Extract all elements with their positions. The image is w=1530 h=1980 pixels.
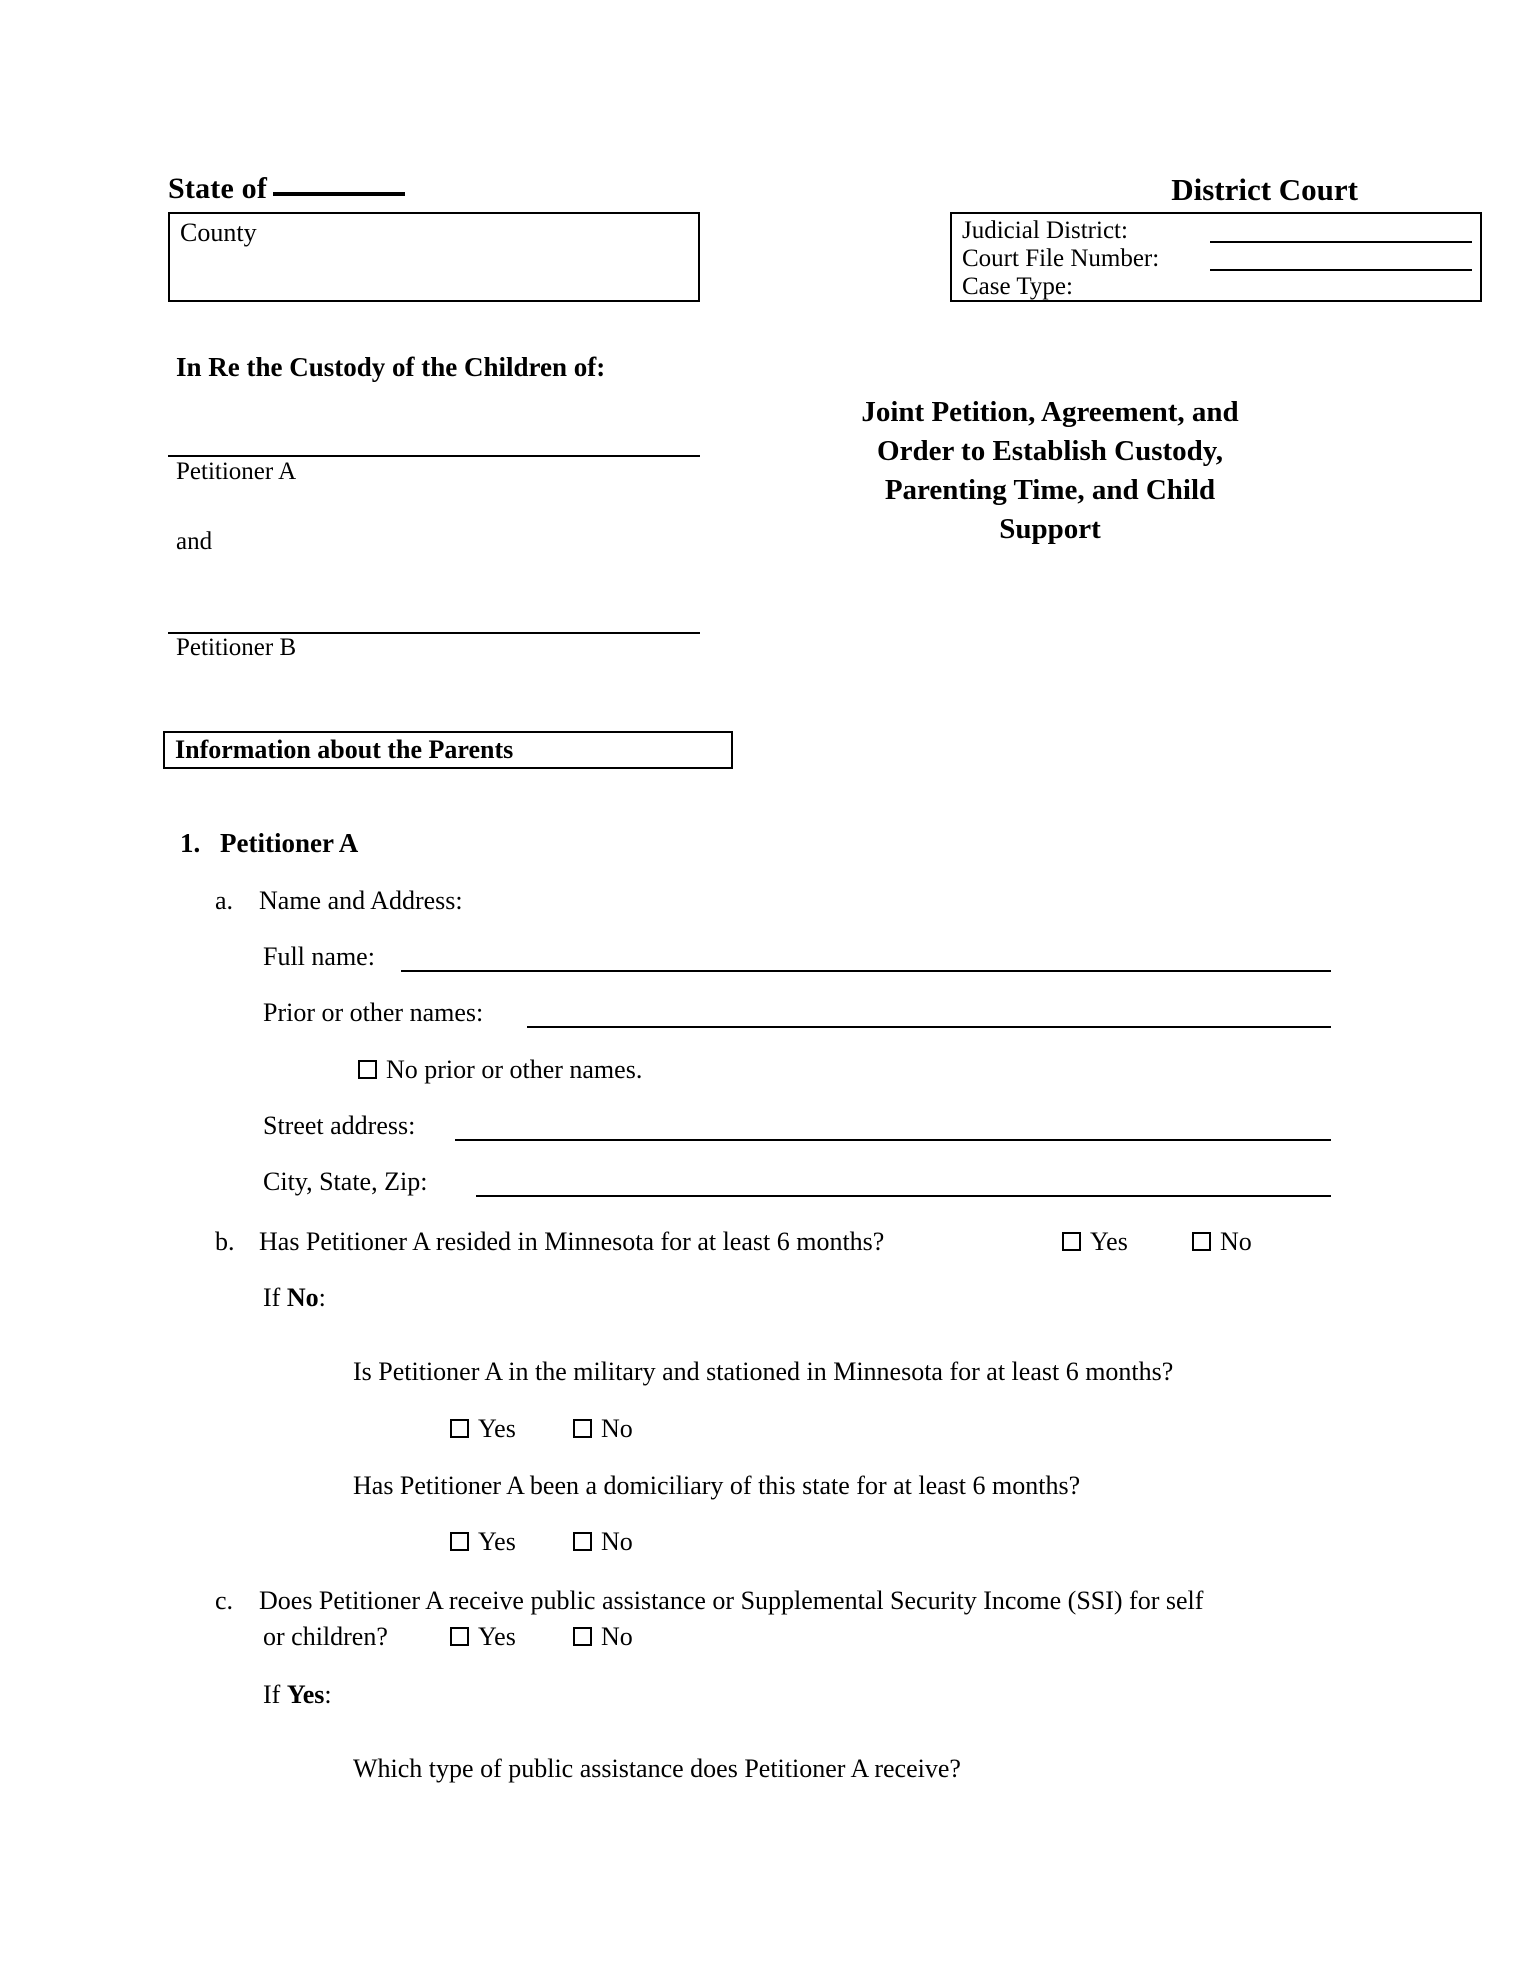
full-name-label: Full name: (263, 942, 375, 971)
military-yes-label: Yes (478, 1414, 516, 1443)
item-1b-marker: b. (215, 1227, 235, 1256)
which-type-question: Which type of public assistance does Pet… (353, 1754, 961, 1783)
city-state-zip-field-row: City, State, Zip: (263, 1167, 1331, 1201)
document-title-line-2: Order to Establish Custody, (877, 435, 1223, 467)
item-1-heading: 1. Petitioner A (180, 828, 358, 859)
full-name-field-row: Full name: (263, 942, 1331, 976)
street-address-input[interactable] (455, 1139, 1331, 1141)
district-court-title: District Court (1171, 172, 1358, 207)
case-type-label: Case Type: (962, 273, 1073, 300)
prior-names-label: Prior or other names: (263, 998, 484, 1027)
case-type-row: Case Type: (962, 272, 1474, 301)
court-file-number-label: Court File Number: (962, 245, 1160, 272)
street-address-field-row: Street address: (263, 1111, 1331, 1145)
item-1b-question-row: b. Has Petitioner A resided in Minnesota … (215, 1227, 884, 1257)
caption-header: State of County District Court Judicial … (168, 172, 1482, 312)
item-1c-yes-option: Yes (450, 1622, 516, 1652)
street-address-label: Street address: (263, 1111, 416, 1140)
petitioner-a-signature-rule[interactable] (168, 455, 700, 457)
court-file-number-row: Court File Number: (962, 244, 1474, 273)
item-1b-question: Has Petitioner A resided in Minnesota fo… (259, 1227, 885, 1256)
item-1c-no-label: No (601, 1622, 633, 1651)
item-1a-label: Name and Address: (259, 886, 463, 915)
item-1c-yes-checkbox[interactable] (450, 1627, 469, 1646)
court-info-box: Judicial District: Court File Number: Ca… (950, 212, 1482, 302)
item-1c-question-line-1: Does Petitioner A receive public assista… (259, 1586, 1204, 1615)
no-prior-names-label: No prior or other names. (386, 1055, 643, 1084)
item-1c-no-option: No (573, 1622, 633, 1652)
military-question: Is Petitioner A in the military and stat… (353, 1357, 1174, 1386)
item-1b-no-checkbox[interactable] (1192, 1232, 1211, 1251)
item-1b-no-option: No (1192, 1227, 1252, 1257)
domiciliary-question: Has Petitioner A been a domiciliary of t… (353, 1471, 1081, 1500)
prior-names-input[interactable] (527, 1026, 1331, 1028)
domiciliary-no-label: No (601, 1527, 633, 1556)
if-no-suffix: : (318, 1283, 326, 1312)
item-1b-yes-checkbox[interactable] (1062, 1232, 1081, 1251)
item-1c-yes-label: Yes (478, 1622, 516, 1651)
petitioner-a-label: Petitioner A (176, 458, 297, 485)
state-of-heading: State of (168, 172, 406, 206)
court-file-number-input[interactable] (1210, 269, 1472, 271)
city-state-zip-input[interactable] (476, 1195, 1331, 1197)
petitioner-b-label: Petitioner B (176, 634, 297, 661)
item-1a-heading: a. Name and Address: (215, 886, 463, 916)
in-re-heading: In Re the Custody of the Children of: (176, 352, 606, 382)
item-1c-question-line-2: or children? (263, 1622, 388, 1651)
item-1c-marker: c. (215, 1586, 234, 1615)
domiciliary-yes-option: Yes (450, 1527, 516, 1557)
military-no-label: No (601, 1414, 633, 1443)
no-prior-names-checkbox[interactable] (358, 1060, 377, 1079)
military-no-option: No (573, 1414, 633, 1444)
judicial-district-label: Judicial District: (962, 217, 1128, 244)
prior-names-field-row: Prior or other names: (263, 998, 1331, 1032)
document-title-line-1: Joint Petition, Agreement, and (861, 396, 1239, 428)
judicial-district-input[interactable] (1210, 241, 1472, 243)
judicial-district-row: Judicial District: (962, 216, 1474, 245)
domiciliary-no-option: No (573, 1527, 633, 1557)
military-yes-checkbox[interactable] (450, 1419, 469, 1438)
item-1b-yes-option: Yes (1062, 1227, 1128, 1257)
if-yes-prefix: If (263, 1680, 287, 1709)
item-1c-marker-row: c. Does Petitioner A receive public assis… (215, 1586, 1203, 1616)
if-yes-suffix: : (324, 1680, 332, 1709)
document-title: Joint Petition, Agreement, and Order to … (770, 393, 1330, 549)
section-header-box: Information about the Parents (163, 731, 733, 769)
if-no-prefix: If (263, 1283, 287, 1312)
and-label: and (176, 528, 213, 555)
domiciliary-yes-label: Yes (478, 1527, 516, 1556)
item-1c-if-yes-label: If Yes: (263, 1680, 332, 1710)
item-1-label: Petitioner A (220, 828, 359, 858)
military-no-checkbox[interactable] (573, 1419, 592, 1438)
state-of-label: State of (168, 172, 268, 205)
section-header-label: Information about the Parents (175, 735, 514, 764)
document-title-line-4: Support (999, 513, 1101, 545)
item-1b-yes-label: Yes (1090, 1227, 1128, 1256)
county-label: County (180, 218, 257, 247)
county-box[interactable]: County (168, 212, 700, 302)
form-page: State of County District Court Judicial … (0, 0, 1530, 1980)
state-name-blank[interactable] (273, 192, 406, 196)
item-1b-if-no-label: If No: (263, 1283, 326, 1313)
item-1-marker: 1. (180, 828, 201, 858)
domiciliary-yes-checkbox[interactable] (450, 1532, 469, 1551)
if-yes-bold: Yes (286, 1680, 325, 1709)
item-1b-no-label: No (1220, 1227, 1252, 1256)
domiciliary-no-checkbox[interactable] (573, 1532, 592, 1551)
item-1a-marker: a. (215, 886, 234, 915)
document-title-line-3: Parenting Time, and Child (884, 474, 1216, 506)
city-state-zip-label: City, State, Zip: (263, 1167, 428, 1196)
no-prior-names-checkline: No prior or other names. (358, 1055, 642, 1085)
military-yes-option: Yes (450, 1414, 516, 1444)
full-name-input[interactable] (401, 970, 1331, 972)
item-1c-no-checkbox[interactable] (573, 1627, 592, 1646)
if-no-bold: No (286, 1283, 319, 1312)
